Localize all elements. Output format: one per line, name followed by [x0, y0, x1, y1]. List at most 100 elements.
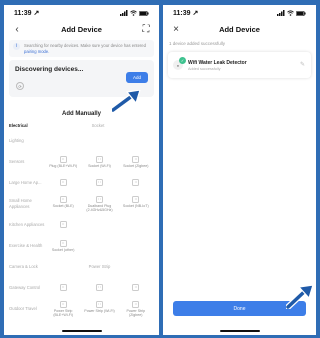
category-label[interactable]: Sensors — [9, 159, 45, 165]
home-indicator — [219, 330, 260, 332]
socket-icon: ∷ — [95, 283, 103, 291]
category-row: Small Home Appliances ∷ Socket (BLE) ∷ Dualb… — [4, 193, 159, 214]
category-row: Camera & Lock Power Strip — [4, 256, 159, 277]
device-option[interactable]: ∷ Power Strip (Wi-Fi) — [83, 300, 115, 318]
device-option[interactable]: ∷ Dualband Plug (2.4GHz&5GHz) — [83, 195, 115, 213]
home-indicator — [61, 330, 102, 332]
nav-bar: × Add Device — [163, 21, 316, 38]
device-option-label: Socket (Wi-Fi) — [88, 163, 111, 168]
scan-icon[interactable]: ⛶ — [139, 24, 153, 35]
category-row: Outdoor Travel ∷ Power Strip (BLE+Wi-Fi) ∷ P… — [4, 298, 159, 319]
pairing-notice: i Searching for nearby devices. Make sur… — [9, 40, 154, 58]
wifi-icon — [287, 10, 294, 16]
pairing-mode-link[interactable]: pairing mode. — [24, 49, 49, 54]
device-option[interactable]: ∷ Plug (BLE+Wi-Fi) — [47, 155, 79, 168]
status-time: 11:39 ↗ — [14, 10, 40, 17]
status-bar: 11:39 ↗ — [4, 5, 159, 21]
category-label[interactable]: Exercise & Health — [9, 243, 45, 249]
close-icon[interactable]: × — [169, 24, 183, 35]
device-option[interactable]: ∷ — [83, 283, 115, 292]
status-bar: 11:39 ↗ — [163, 5, 316, 21]
added-device-card[interactable]: ● ✓ Wifi Water Leak Detector Added succe… — [168, 52, 311, 78]
device-option-label: Socket (Zigbee) — [123, 163, 149, 168]
device-category-grid: Lighting Sensors ∷ Plug (BLE+Wi-Fi) ∷ Socket … — [4, 130, 159, 319]
device-options: ∷ ∷ ∷ — [45, 178, 154, 187]
category-label[interactable]: Camera & Lock — [9, 264, 45, 270]
socket-icon: ∷ — [132, 155, 140, 163]
status-time: 11:39 ↗ — [173, 10, 199, 17]
notice-text: Searching for nearby devices. Make sure … — [24, 43, 146, 54]
device-option-label: Dualband Plug (2.4GHz&5GHz) — [86, 203, 113, 212]
add-device-screen-right: 11:39 ↗ × Add Device 1 device added succ… — [163, 5, 316, 335]
socket-icon: ∷ — [132, 300, 140, 308]
discovering-label: Discovering devices... — [15, 66, 84, 74]
category-label[interactable]: Kitchen Appliances — [9, 222, 45, 228]
add-device-screen-left: 11:39 ↗ ‹ Add Device ⛶ i Searching for n… — [4, 5, 159, 335]
device-option[interactable]: ∷ — [83, 178, 115, 187]
system-icons — [277, 10, 306, 16]
socket-icon: ∷ — [95, 195, 103, 203]
back-icon[interactable]: ‹ — [10, 24, 24, 35]
device-option-label: Power Strip (Zigbee) — [126, 308, 146, 317]
socket-icon: ∷ — [95, 300, 103, 308]
device-option-label: Power Strip (Wi-Fi) — [84, 308, 115, 313]
system-icons — [120, 10, 149, 16]
socket-icon: ∷ — [132, 195, 140, 203]
category-label[interactable]: Lighting — [9, 138, 45, 144]
category-label[interactable]: Outdoor Travel — [9, 306, 45, 312]
category-row: Large Home Ap... ∷ ∷ ∷ — [4, 172, 159, 193]
socket-icon: ∷ — [59, 155, 67, 163]
socket-icon: ∷ — [59, 283, 67, 291]
category-label[interactable]: Large Home Ap... — [9, 180, 45, 186]
device-option[interactable]: ∷ Socket (BLE) — [47, 195, 79, 213]
category-label[interactable]: Gateway Control — [9, 285, 45, 291]
success-check-icon: ✓ — [179, 57, 186, 64]
page-title: Add Device — [61, 25, 102, 34]
nav-bar: ‹ Add Device ⛶ — [4, 21, 159, 38]
device-option[interactable]: ∷ Socket (Wi-Fi) — [83, 155, 115, 168]
device-status: Added successfully — [188, 66, 221, 71]
device-options: ∷ ∷ ∷ — [45, 283, 154, 292]
device-name: Wifi Water Leak Detector — [188, 59, 247, 66]
cellular-signal-icon — [120, 10, 128, 16]
category-row: Gateway Control ∷ ∷ ∷ — [4, 277, 159, 298]
device-option[interactable]: ∷ Socket (other) — [47, 239, 79, 252]
device-options: ∷ Socket (BLE) ∷ Dualband Plug (2.4GHz&5GHz… — [45, 195, 154, 213]
device-option[interactable]: ∷ — [47, 283, 79, 292]
device-option[interactable]: ∷ Power Strip (Zigbee) — [120, 300, 152, 318]
device-options: ∷ Power Strip (BLE+Wi-Fi) ∷ Power Strip (Wi… — [45, 300, 154, 318]
socket-icon: ∷ — [59, 239, 67, 247]
device-option[interactable]: ∷ Power Strip (BLE+Wi-Fi) — [47, 300, 79, 318]
device-option[interactable]: ∷ Socket (NB-IoT) — [120, 195, 152, 213]
device-option[interactable]: ∷ Socket (Zigbee) — [120, 155, 152, 168]
device-option-label: Power Strip (BLE+Wi-Fi) — [53, 308, 73, 317]
added-count-text: 1 device added successfully — [169, 41, 226, 46]
device-option[interactable]: ∷ — [120, 178, 152, 187]
wifi-icon — [130, 10, 137, 16]
category-electrical[interactable]: Electrical — [9, 123, 45, 128]
socket-icon: ∷ — [132, 283, 140, 291]
device-option-label: Plug (BLE+Wi-Fi) — [49, 163, 78, 168]
device-options: ∷ — [45, 220, 154, 229]
category-row: Sensors ∷ Plug (BLE+Wi-Fi) ∷ Socket (Wi-Fi) ∷… — [4, 151, 159, 172]
info-icon: i — [13, 43, 20, 50]
edit-icon[interactable]: ✎ — [300, 61, 305, 68]
category-header: Electrical Socket — [4, 117, 159, 128]
category-label[interactable]: Small Home Appliances — [9, 198, 45, 209]
cellular-signal-icon — [277, 10, 285, 16]
water-leak-detector-icon: ● ✓ — [173, 57, 186, 70]
category-row: Kitchen Appliances ∷ — [4, 214, 159, 235]
socket-icon: ∷ — [132, 178, 140, 186]
add-button[interactable]: Add — [126, 72, 148, 84]
device-option-label: Socket (NB-IoT) — [122, 203, 149, 208]
device-option[interactable]: ∷ — [47, 220, 79, 229]
device-option-label: Socket (other) — [51, 247, 75, 252]
loading-spinner-icon: ⟳ — [16, 82, 24, 91]
battery-icon — [296, 10, 306, 16]
category-row: Exercise & Health ∷ Socket (other) — [4, 235, 159, 256]
device-option[interactable]: ∷ — [120, 283, 152, 292]
subcategory-label: Power Strip — [88, 264, 111, 270]
category-row: Lighting — [4, 130, 159, 151]
device-option[interactable]: ∷ — [47, 178, 79, 187]
subcategory-socket: Socket — [91, 123, 105, 129]
